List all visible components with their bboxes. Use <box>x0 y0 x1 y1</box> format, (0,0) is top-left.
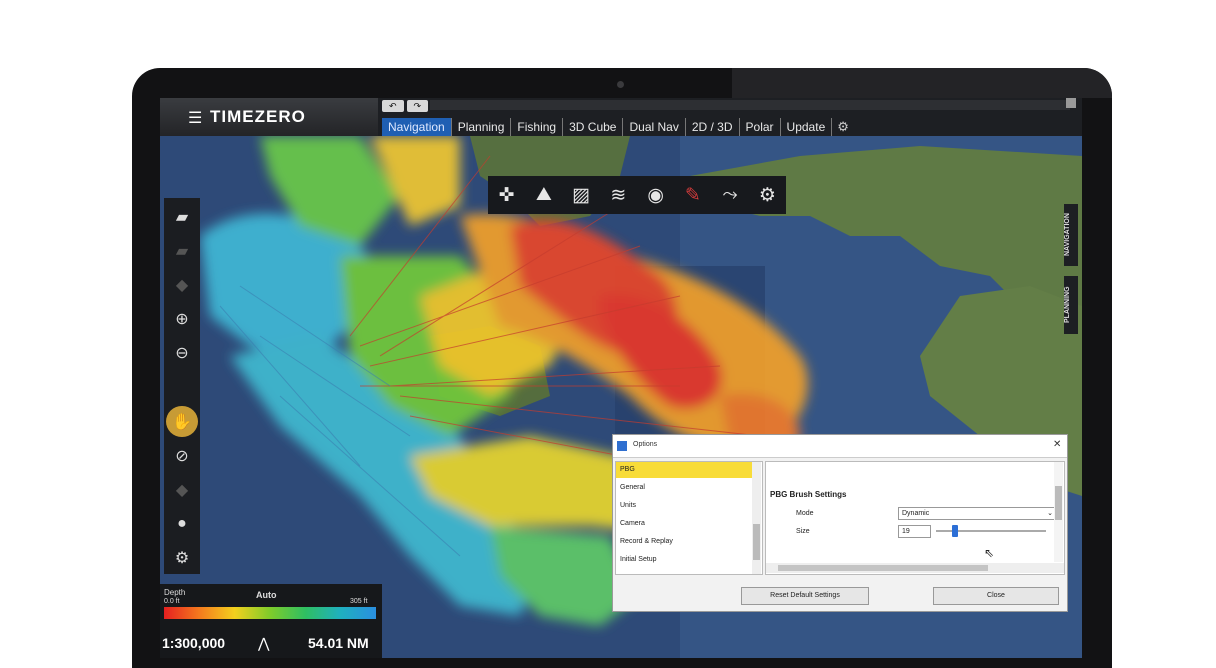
status-strip <box>430 100 1070 110</box>
depth-mode[interactable]: Auto <box>256 590 277 600</box>
depth-max: 305 ft <box>350 598 368 605</box>
hand-icon[interactable]: ✋ <box>166 406 198 438</box>
bezel-shade <box>732 68 1112 98</box>
tab-fishing[interactable]: Fishing <box>511 118 564 136</box>
app-icon <box>617 441 627 451</box>
size-input[interactable]: 19 <box>898 525 931 538</box>
left-toolbar: ▰ ▰ ◆ ⊕ ⊖ ✋ ⊘ ◆ ● ⚙ <box>164 198 200 574</box>
chart-icon[interactable]: ▨ <box>563 176 600 214</box>
tab-navigation[interactable]: Navigation <box>382 118 452 136</box>
settings-vscrollbar[interactable] <box>1054 462 1063 562</box>
scroll-thumb[interactable] <box>753 524 760 560</box>
depth-min: 0.0 ft <box>164 598 180 605</box>
laptop-frame: ✜ ⛰ ▨ ≋ ◉ ✎ ⤳ ⚙ ▰ ▰ ◆ ⊕ ⊖ ✋ ⊘ ◆ ● ⚙ NAVI… <box>132 68 1112 668</box>
brand-area: ☰ TIMEZERO <box>160 98 378 136</box>
mouse-cursor-icon: ⇖ <box>984 546 995 560</box>
redo-button[interactable]: ↷ <box>406 100 428 112</box>
target-icon[interactable]: ◉ <box>637 176 674 214</box>
route-icon[interactable]: ⛰ <box>525 176 562 214</box>
tab-update[interactable]: Update <box>781 118 833 136</box>
dialog-titlebar: Options ✕ <box>613 435 1067 458</box>
slider-knob[interactable] <box>951 525 958 537</box>
mode-value: Dynamic <box>902 510 930 517</box>
divider-icon[interactable]: ⊘ <box>166 440 198 471</box>
reset-default-button[interactable]: Reset Default Settings <box>741 587 869 605</box>
settings-icon[interactable]: ⚙ <box>749 176 786 214</box>
depth-label: Depth <box>164 588 186 597</box>
category-record-replay[interactable]: Record & Replay <box>616 534 754 550</box>
tab-2d-3d[interactable]: 2D / 3D <box>686 118 740 136</box>
scale-panel: Depth Auto 0.0 ft 305 ft 1:300,000 ⋀ 54.… <box>160 584 382 658</box>
size-label: Size <box>796 528 810 535</box>
tab-dual-nav[interactable]: Dual Nav <box>623 118 686 136</box>
side-tab-planning[interactable]: PLANNING <box>1064 276 1078 334</box>
mode-select[interactable]: Dynamic ⌄ <box>898 507 1057 520</box>
brush-icon[interactable]: ✎ <box>674 176 711 214</box>
gears-icon[interactable]: ⚙ <box>166 543 198 574</box>
close-icon[interactable]: ✕ <box>1053 439 1061 450</box>
blank-slot <box>166 372 198 403</box>
tab-polar[interactable]: Polar <box>740 118 781 136</box>
workspace-tabs: Navigation Planning Fishing 3D Cube Dual… <box>382 118 854 136</box>
undo-button[interactable]: ↶ <box>382 100 404 112</box>
webcam <box>617 81 624 88</box>
app-title: TIMEZERO <box>210 107 306 126</box>
window-button[interactable] <box>1066 98 1076 108</box>
category-camera[interactable]: Camera <box>616 516 754 532</box>
nautical-map[interactable]: ✜ ⛰ ▨ ≋ ◉ ✎ ⤳ ⚙ ▰ ▰ ◆ ⊕ ⊖ ✋ ⊘ ◆ ● ⚙ NAVI… <box>160 136 1082 658</box>
north-arrow-icon: ⋀ <box>258 635 270 651</box>
compass-icon[interactable]: ✜ <box>488 176 525 214</box>
category-initial-setup[interactable]: Initial Setup <box>616 552 754 568</box>
settings-panel: PBG Brush Settings Mode Dynamic ⌄ Size 19… <box>765 461 1065 575</box>
close-button[interactable]: Close <box>933 587 1059 605</box>
app-window: ✜ ⛰ ▨ ≋ ◉ ✎ ⤳ ⚙ ▰ ▰ ◆ ⊕ ⊖ ✋ ⊘ ◆ ● ⚙ NAVI… <box>160 98 1082 658</box>
category-units[interactable]: Units <box>616 498 754 514</box>
options-dialog: Options ✕ PBG General Units Camera Recor… <box>612 434 1068 612</box>
mode-label: Mode <box>796 510 814 517</box>
eraser-icon[interactable]: ◆ <box>166 269 198 300</box>
section-title: PBG Brush Settings <box>770 490 847 499</box>
chevron-down-icon: ⌄ <box>1047 510 1053 517</box>
depth-color-scale <box>164 607 376 619</box>
tab-3d-cube[interactable]: 3D Cube <box>563 118 624 136</box>
size-slider[interactable] <box>936 525 1046 537</box>
ruler-icon[interactable]: ▰ <box>166 201 198 232</box>
hamburger-icon[interactable]: ☰ <box>188 108 202 128</box>
category-list: PBG General Units Camera Record & Replay… <box>615 461 763 575</box>
zoom-in-icon[interactable]: ⊕ <box>166 304 198 335</box>
gears-icon[interactable]: ⚙ <box>832 119 854 135</box>
path-icon[interactable]: ⤳ <box>712 176 749 214</box>
layers-icon[interactable]: ≋ <box>600 176 637 214</box>
category-scrollbar[interactable] <box>752 462 761 574</box>
category-general[interactable]: General <box>616 480 754 496</box>
settings-hscrollbar[interactable] <box>766 563 1064 573</box>
top-toolbar: ✜ ⛰ ▨ ≋ ◉ ✎ ⤳ ⚙ <box>488 176 786 214</box>
scroll-thumb[interactable] <box>1055 486 1062 520</box>
marker-icon[interactable]: ◆ <box>166 475 198 506</box>
undo-redo-group: ↶ ↷ <box>382 100 428 112</box>
category-pbg[interactable]: PBG <box>616 462 754 478</box>
ruler-alt-icon[interactable]: ▰ <box>166 235 198 266</box>
record-icon[interactable]: ● <box>166 509 198 540</box>
scroll-thumb[interactable] <box>778 565 988 571</box>
chart-scale[interactable]: 1:300,000 <box>162 635 225 651</box>
zoom-out-icon[interactable]: ⊖ <box>166 338 198 369</box>
dialog-title: Options <box>633 441 658 448</box>
side-tab-navigation[interactable]: NAVIGATION <box>1064 204 1078 266</box>
range-distance: 54.01 NM <box>308 635 369 651</box>
tab-planning[interactable]: Planning <box>452 118 512 136</box>
title-bar: ☰ TIMEZERO ↶ ↷ Navigation Planning Fishi… <box>160 98 1082 136</box>
